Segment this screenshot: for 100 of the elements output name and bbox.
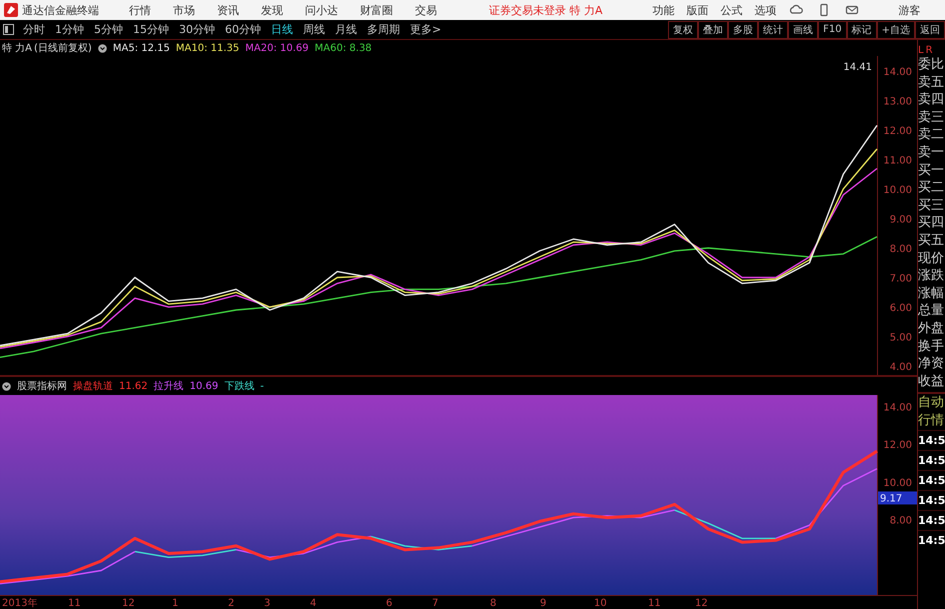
- toolbar-item[interactable]: 版面: [686, 2, 709, 18]
- chart-button[interactable]: 返回: [915, 20, 945, 38]
- trade-time: 14:5: [918, 470, 945, 490]
- date-axis-label: 6: [386, 598, 392, 609]
- chart-button[interactable]: +自选: [876, 20, 915, 38]
- quote-label: 买三: [918, 196, 945, 214]
- quote-label: 买一: [918, 162, 945, 180]
- high-price-label: 14.41: [843, 62, 872, 73]
- menu-item[interactable]: 发现: [261, 2, 283, 18]
- panel-icon[interactable]: [3, 24, 14, 35]
- toolbar-item[interactable]: 公式: [720, 2, 743, 18]
- price-axis-label: 10.00: [883, 184, 912, 196]
- trade-time: 14:5: [918, 430, 945, 450]
- date-axis-label: 2013年: [2, 598, 38, 609]
- menu-item[interactable]: 资讯: [217, 2, 239, 18]
- period-tab[interactable]: 30分钟: [174, 22, 220, 37]
- quote-label: 现价: [918, 250, 945, 268]
- indicator-value: 10.69: [190, 380, 218, 392]
- trade-time: 14:5: [918, 450, 945, 470]
- chart-button[interactable]: 标记: [846, 20, 877, 38]
- trade-time: 14:5: [918, 510, 945, 530]
- price-axis-label: 6.00: [890, 303, 912, 314]
- menu-item[interactable]: 问小达: [305, 2, 338, 18]
- corner-label: L: [918, 45, 924, 56]
- indicator-legend: 拉升线: [154, 379, 184, 393]
- cursor-value-label: [878, 491, 917, 504]
- date-axis-label: 9: [540, 598, 546, 609]
- trade-time: 14:5: [918, 490, 945, 510]
- quote-label: 卖三: [918, 108, 945, 126]
- settings-icon[interactable]: [98, 44, 107, 52]
- chart-button[interactable]: 画线: [788, 20, 818, 38]
- chart-button[interactable]: 多股: [728, 20, 758, 38]
- ma-legend: MA10: 11.35: [176, 42, 240, 54]
- period-tab[interactable]: 多周期: [362, 22, 405, 37]
- menu-item[interactable]: 财富圈: [360, 2, 393, 18]
- chart-button[interactable]: 复权: [668, 20, 698, 38]
- cursor-value: 9.17: [880, 493, 902, 504]
- mail-icon[interactable]: [844, 3, 859, 17]
- menu-item[interactable]: 市场: [173, 2, 195, 18]
- period-tab[interactable]: 1分钟: [50, 22, 89, 37]
- quote-label: 涨幅: [918, 284, 945, 302]
- settings-icon[interactable]: [2, 382, 11, 390]
- chart-button[interactable]: 叠加: [698, 20, 728, 38]
- auto-label: 行情: [918, 412, 945, 430]
- price-mode: (日线前复权): [34, 42, 92, 55]
- date-axis-label: 4: [310, 598, 316, 609]
- stock-name: 特 力A: [2, 42, 32, 55]
- date-axis-label: 10: [594, 598, 607, 609]
- period-tab[interactable]: 更多>: [405, 22, 446, 37]
- indicator-name: 股票指标网: [17, 380, 67, 393]
- chart-button[interactable]: F10: [818, 20, 847, 38]
- quote-label: 涨跌: [918, 267, 945, 285]
- period-tab[interactable]: 日线: [266, 22, 298, 37]
- menu-item[interactable]: 行情: [129, 2, 151, 18]
- price-axis-label: 5.00: [890, 332, 912, 344]
- trade-time: 14:5: [918, 530, 945, 550]
- date-axis-label: 12: [122, 598, 135, 609]
- quote-label: 外盘: [918, 320, 945, 338]
- user-button[interactable]: 游客: [892, 2, 927, 18]
- menu-item[interactable]: 交易: [415, 2, 437, 18]
- price-axis-label: 9.00: [890, 214, 912, 226]
- app-logo-icon: [4, 3, 18, 17]
- auto-label: 自动: [918, 394, 945, 412]
- quote-label: 买五: [918, 232, 945, 250]
- price-axis-label: 8.00: [890, 244, 912, 255]
- indicator-legend: 下跌线: [224, 379, 254, 393]
- indicator-axis-label: 14.00: [883, 402, 912, 414]
- price-axis-label: 7.00: [890, 274, 912, 285]
- quote-label: 总量: [918, 302, 945, 320]
- date-axis-label: 11: [648, 598, 661, 609]
- period-tab[interactable]: 5分钟: [89, 22, 128, 37]
- quote-label: 净资: [918, 355, 945, 373]
- corner-label: R: [926, 45, 933, 56]
- toolbar-item[interactable]: 选项: [754, 2, 777, 18]
- price-axis-label: 11.00: [883, 155, 912, 166]
- period-tab[interactable]: 周线: [298, 22, 330, 37]
- ma-legend: MA60: 8.38: [314, 42, 372, 54]
- indicator-axis-label: 12.00: [883, 440, 912, 452]
- quote-label: 买二: [918, 179, 945, 197]
- price-axis-label: 14.00: [883, 66, 912, 78]
- date-axis-label: 8: [490, 598, 496, 609]
- toolbar-item[interactable]: 功能: [652, 2, 675, 18]
- period-tab[interactable]: 月线: [330, 22, 362, 37]
- quote-label: 卖四: [918, 91, 945, 109]
- price-axis-label: 13.00: [883, 96, 912, 108]
- login-notice: 证券交易未登录 特 力A: [489, 2, 603, 18]
- quote-label: 委比: [918, 56, 945, 74]
- indicator-value: -: [260, 380, 264, 392]
- app-title: 通达信金融终端: [22, 2, 99, 18]
- indicator-axis-label: 8.00: [890, 516, 912, 527]
- price-axis-label: 4.00: [890, 362, 912, 374]
- period-tab[interactable]: 60分钟: [220, 22, 266, 37]
- period-tab[interactable]: 15分钟: [128, 22, 174, 37]
- indicator-legend: 操盘轨道: [73, 379, 113, 393]
- chart-button[interactable]: 统计: [758, 20, 788, 38]
- quote-label: 换手: [918, 338, 945, 356]
- period-tab[interactable]: 分时: [18, 22, 50, 37]
- date-axis-label: 1: [172, 598, 178, 609]
- quote-label: 卖五: [918, 74, 945, 92]
- date-axis-label: 3: [264, 598, 270, 609]
